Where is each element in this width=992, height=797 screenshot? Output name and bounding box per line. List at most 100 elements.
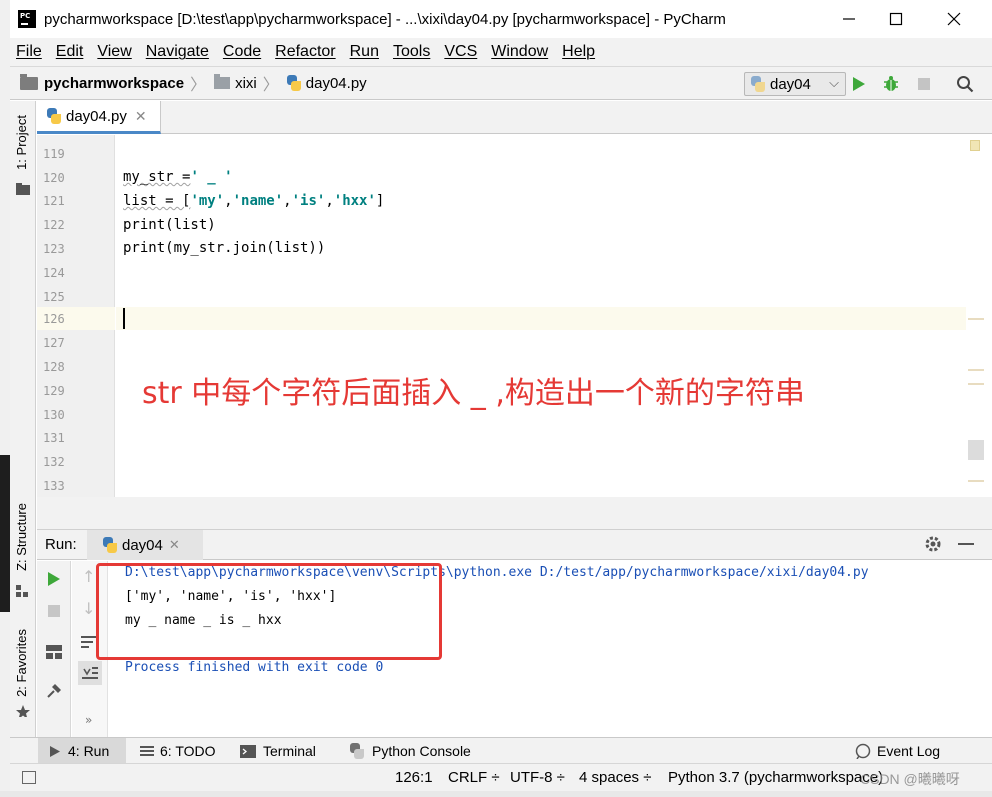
menu-tools[interactable]: Tools (393, 43, 430, 61)
current-line-gutter: 126 (37, 307, 115, 330)
python-console-tool-tab[interactable]: Python Console (350, 738, 471, 764)
terminal-tool-tab[interactable]: Terminal (240, 738, 316, 764)
rerun-button[interactable] (47, 571, 61, 591)
desktop-background-dark (0, 455, 10, 612)
menu-navigate[interactable]: Navigate (146, 43, 209, 61)
status-bar: 126:1 CRLF ÷ UTF-8 ÷ 4 spaces ÷ Python 3… (10, 763, 992, 791)
menu-refactor[interactable]: Refactor (275, 43, 335, 61)
editor-tab-bar: day04.py ✕ (37, 101, 992, 134)
run-panel-header: Run: day04 ✕ (37, 530, 992, 560)
scroll-to-end-icon[interactable] (78, 661, 102, 685)
run-tab-label: day04 (122, 536, 163, 554)
menu-bar: File Edit View Navigate Code Refactor Ru… (10, 38, 992, 66)
settings-gear-icon[interactable] (924, 535, 942, 557)
layout-icon[interactable] (46, 645, 62, 663)
menu-view[interactable]: View (97, 43, 131, 61)
run-configuration-select[interactable]: day04 ⌵ (744, 72, 846, 96)
code-token: list = [ (123, 193, 191, 209)
scroll-down-icon[interactable]: ↓ (82, 599, 95, 618)
terminal-tool-tab-label: Terminal (263, 743, 316, 759)
minimize-button[interactable] (836, 6, 862, 32)
menu-edit[interactable]: Edit (56, 43, 84, 61)
file-encoding[interactable]: UTF-8 ÷ (510, 769, 565, 786)
python-file-icon (47, 108, 61, 124)
breadcrumb-file-label: day04.py (305, 74, 367, 92)
breadcrumb-folder[interactable]: xixi (214, 74, 257, 92)
python-icon (751, 76, 765, 92)
list-icon (140, 746, 154, 756)
structure-tool-tab[interactable]: Z: Structure (14, 503, 29, 571)
string-literal: 'hxx' (333, 193, 376, 209)
run-tab-day04[interactable]: day04 ✕ (87, 530, 203, 560)
python-interpreter[interactable]: Python 3.7 (pycharmworkspace) (668, 769, 883, 786)
line-number: 119 (43, 147, 65, 161)
code-token: , (283, 193, 292, 209)
title-bar: PC pycharmworkspace [D:\test\app\pycharm… (10, 0, 992, 38)
hide-panel-icon[interactable] (958, 543, 974, 545)
folder-icon (214, 74, 231, 89)
event-log-icon (855, 743, 871, 759)
inspection-status-icon[interactable] (970, 140, 980, 151)
favorites-tool-tab[interactable]: 2: Favorites (14, 629, 29, 697)
tool-window-bar: 4: Run 6: TODO Terminal Python Console E… (10, 737, 992, 764)
event-log-tool-tab[interactable]: Event Log (855, 738, 940, 764)
line-number: 122 (43, 218, 65, 232)
code-line-120: my_str =' _ ' (123, 169, 233, 185)
line-number: 125 (43, 290, 65, 304)
scroll-marker (968, 383, 984, 385)
line-number: 127 (43, 336, 65, 350)
close-tab-icon[interactable]: ✕ (169, 537, 180, 553)
left-tool-strip: 1: Project Z: Structure 2: Favorites (10, 101, 36, 737)
menu-run[interactable]: Run (350, 43, 379, 61)
code-editor[interactable]: my_str =' _ ' list = ['my','name','is','… (116, 135, 984, 497)
breadcrumb-separator-icon: 〉 (262, 75, 279, 94)
indentation[interactable]: 4 spaces ÷ (579, 769, 651, 786)
tool-windows-toggle-icon[interactable] (22, 771, 36, 784)
line-number: 133 (43, 479, 65, 493)
line-number: 124 (43, 266, 65, 280)
run-panel-title: Run: (45, 536, 77, 553)
window-title: pycharmworkspace [D:\test\app\pycharmwor… (44, 10, 726, 28)
line-number: 121 (43, 194, 65, 208)
project-tool-tab[interactable]: 1: Project (14, 115, 29, 170)
annotation-text: str 中每个字符后面插入 _ ,构造出一个新的字符串 (142, 376, 805, 411)
scrollbar-thumb[interactable] (968, 440, 984, 460)
editor-scrollbar[interactable] (966, 135, 984, 497)
run-button[interactable] (848, 73, 870, 95)
search-icon[interactable] (954, 73, 976, 95)
debug-button[interactable] (880, 73, 902, 95)
menu-vcs[interactable]: VCS (444, 43, 477, 61)
stop-button[interactable] (913, 73, 935, 95)
editor-tab-day04[interactable]: day04.py ✕ (37, 101, 161, 134)
stop-button[interactable] (48, 605, 60, 617)
pin-icon[interactable] (46, 683, 62, 703)
todo-tool-tab-label: 6: TODO (160, 743, 216, 759)
scroll-up-icon[interactable]: ↑ (82, 567, 95, 586)
line-number: 123 (43, 242, 65, 256)
run-tool-tab-label: 4: Run (68, 743, 110, 759)
cursor-position[interactable]: 126:1 (395, 769, 433, 786)
highlight-box (96, 563, 442, 660)
soft-wrap-icon[interactable] (81, 635, 97, 653)
chevron-down-icon: ⌵ (829, 75, 839, 90)
run-tool-tab[interactable]: 4: Run (38, 738, 126, 764)
line-separator[interactable]: CRLF ÷ (448, 769, 500, 786)
maximize-button[interactable] (883, 6, 909, 32)
menu-help[interactable]: Help (562, 43, 595, 61)
todo-tool-tab[interactable]: 6: TODO (140, 738, 216, 764)
menu-file[interactable]: File (16, 43, 42, 61)
more-actions-icon[interactable]: » (85, 713, 92, 727)
breadcrumb-file[interactable]: day04.py (286, 74, 367, 92)
breadcrumb-project-label: pycharmworkspace (44, 74, 185, 92)
close-tab-icon[interactable]: ✕ (135, 108, 147, 125)
breadcrumb-project[interactable]: pycharmworkspace (10, 73, 185, 92)
close-window-button[interactable] (941, 6, 967, 32)
menu-window[interactable]: Window (491, 43, 548, 61)
run-configuration-label: day04 (770, 75, 811, 93)
code-token: , (325, 193, 334, 209)
code-line-123: print(my_str.join(list)) (123, 240, 326, 256)
menu-code[interactable]: Code (223, 43, 261, 61)
string-literal: 'name' (232, 193, 284, 209)
scroll-marker (968, 480, 984, 482)
code-line-122: print(list) (123, 217, 216, 233)
